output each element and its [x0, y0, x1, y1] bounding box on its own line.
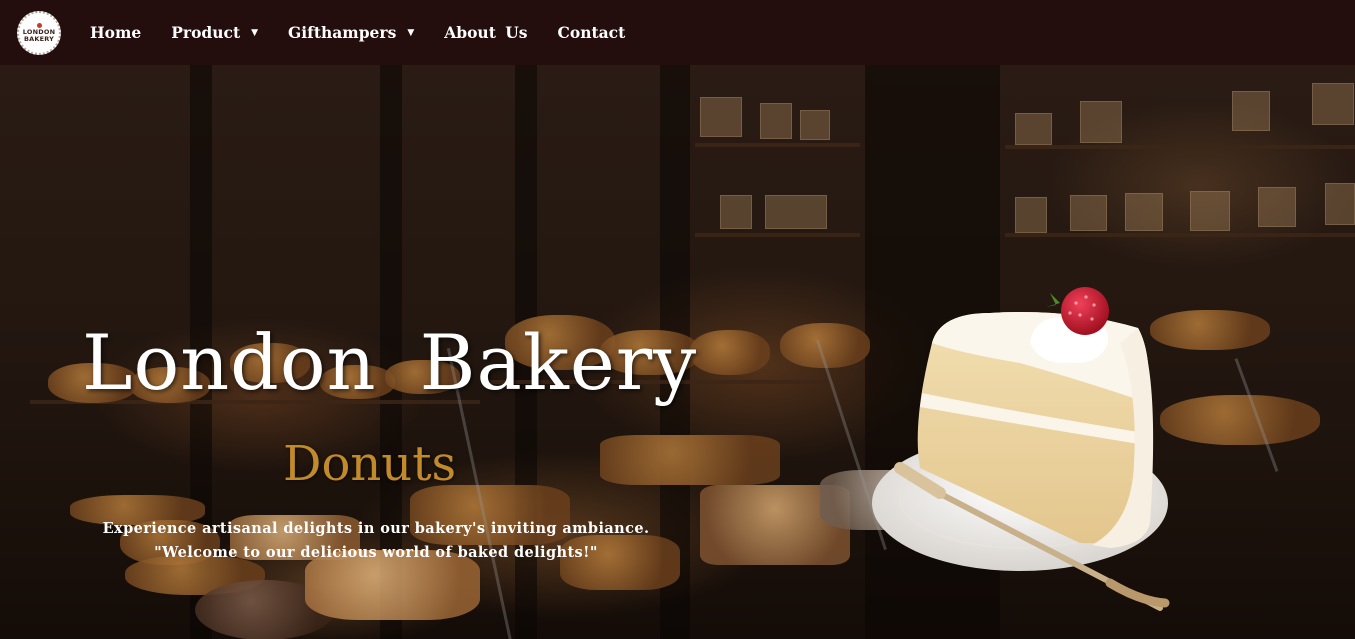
nav-item-label: Contact	[557, 23, 626, 42]
nav-item-label: Gifthampers	[288, 23, 397, 42]
nav-item-label: About Us	[444, 23, 528, 42]
tagline-line2: "Welcome to our delicious world of baked…	[154, 544, 598, 561]
nav-item-about-us[interactable]: About Us	[444, 23, 527, 42]
hero-tagline: Experience artisanal delights in our bak…	[102, 517, 650, 565]
nav-item-label: Product	[171, 23, 241, 42]
logo-text-line2: BAKERY	[23, 34, 55, 43]
nav-item-home[interactable]: Home	[90, 23, 141, 42]
nav-item-gifthampers[interactable]: Gifthampers ▼	[288, 23, 414, 42]
cherry-icon	[36, 22, 42, 28]
nav-item-product[interactable]: Product ▼	[171, 23, 258, 42]
tagline-line1: Experience artisanal delights in our bak…	[102, 520, 650, 537]
hero-section: London Bakery Donuts Experience artisana…	[0, 65, 1355, 639]
logo[interactable]: LONDON BAKERY	[17, 10, 61, 55]
hero-title: London Bakery	[82, 318, 698, 407]
nav-item-label: Home	[90, 23, 142, 42]
caret-down-icon: ▼	[251, 27, 259, 38]
caret-down-icon: ▼	[407, 27, 415, 38]
hero-subtitle: Donuts	[283, 436, 457, 492]
cake-slice-image	[872, 287, 1170, 611]
navbar: LONDON BAKERY Home Product ▼ Gifthampers…	[0, 0, 1355, 65]
nav-item-contact[interactable]: Contact	[558, 23, 626, 42]
